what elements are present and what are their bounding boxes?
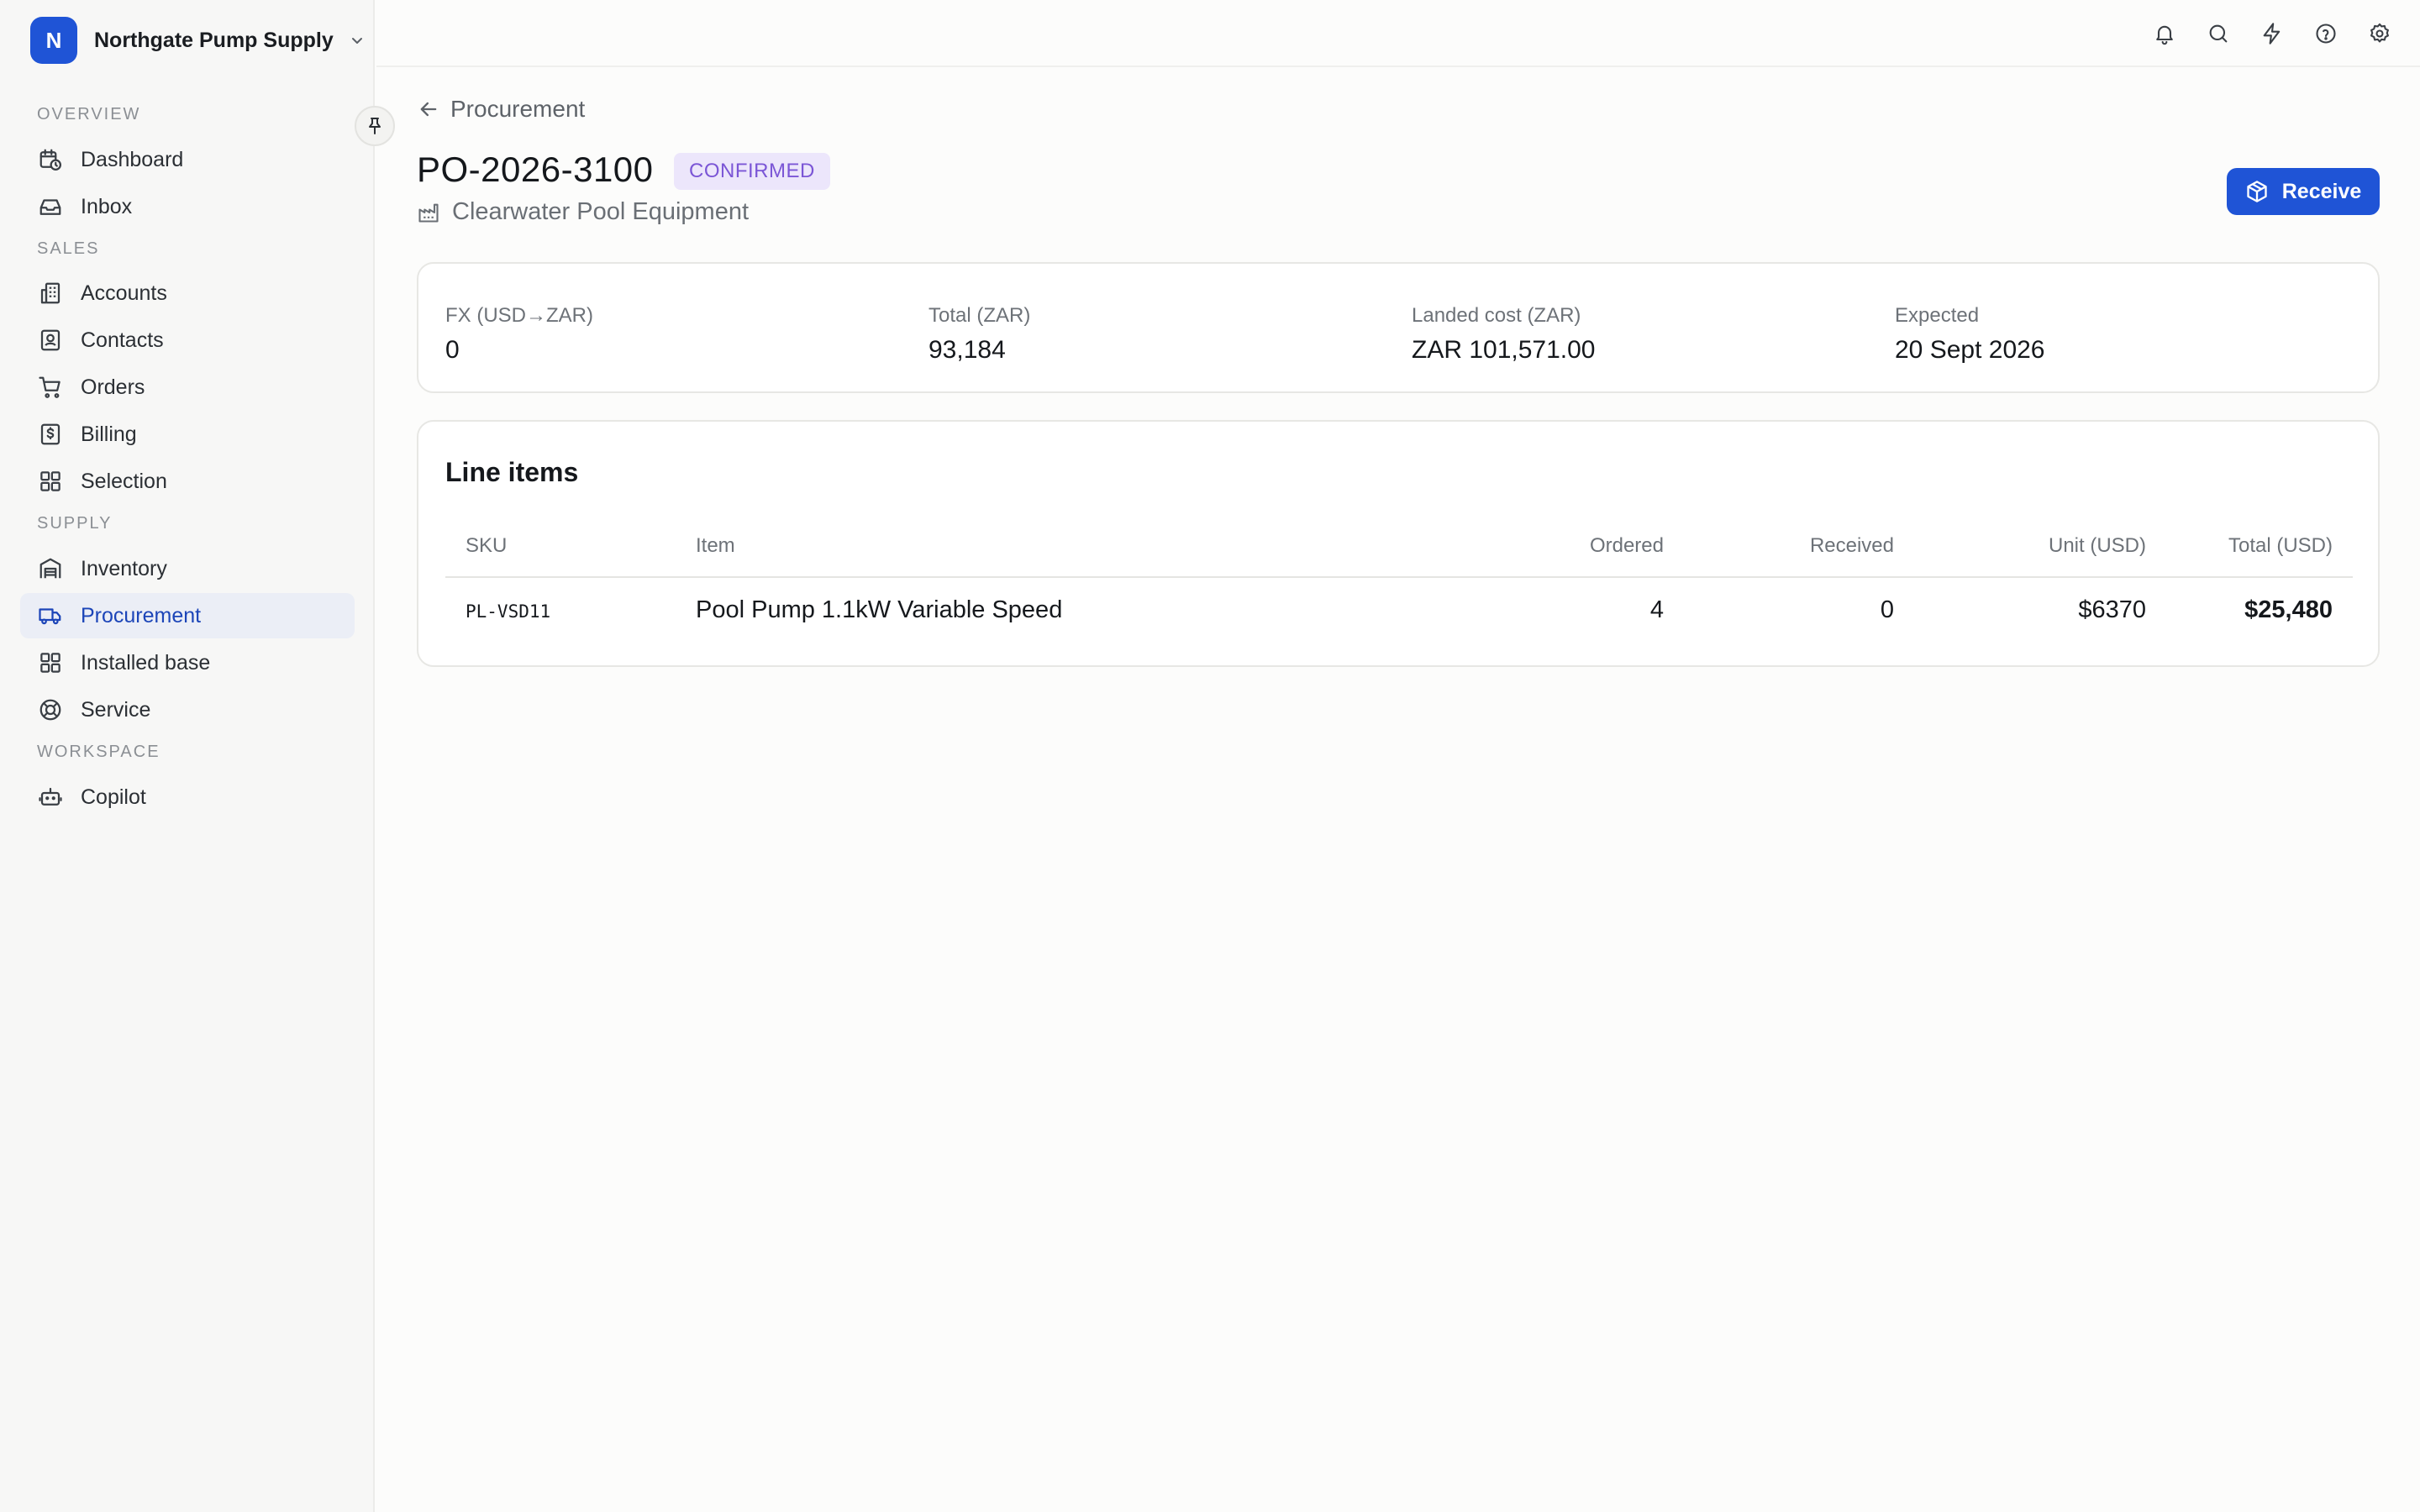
sidebar-item-copilot[interactable]: Copilot [20, 774, 355, 820]
sidebar-item-orders[interactable]: Orders [20, 365, 355, 410]
sidebar-item-label: Copilot [81, 785, 146, 809]
sidebar-item-procurement[interactable]: Procurement [20, 593, 355, 638]
sidebar-item-service[interactable]: Service [20, 687, 355, 732]
supplier-name: Clearwater Pool Equipment [452, 198, 750, 225]
sidebar-item-contacts[interactable]: Contacts [20, 318, 355, 363]
stat-label: Expected [1895, 304, 1980, 327]
sidebar-item-label: Procurement [81, 603, 202, 627]
org-name: Northgate Pump Supply [94, 28, 334, 52]
nav-section-sales: SALES [37, 239, 100, 258]
back-link-label: Procurement [450, 96, 586, 122]
robot-icon [37, 784, 64, 811]
sidebar-item-inventory[interactable]: Inventory [20, 546, 355, 591]
warehouse-icon [37, 555, 64, 582]
nav-section-workspace: WORKSPACE [37, 743, 160, 761]
column-header-total: Total (USD) [2228, 534, 2333, 557]
package-icon [2247, 181, 2267, 202]
sidebar-item-label: Billing [81, 422, 137, 446]
stat-label: FX (USD→ZAR) [445, 304, 593, 327]
sidebar-item-label: Service [81, 697, 151, 722]
stat-value: ZAR 101,571.00 [1412, 336, 1596, 364]
factory-icon [418, 203, 439, 223]
pin-icon [369, 118, 381, 134]
nav-section-overview: OVERVIEW [37, 105, 141, 123]
sidebar-item-label: Installed base [81, 650, 211, 675]
bolt-icon[interactable] [2257, 18, 2287, 49]
grid-icon [37, 468, 64, 495]
sidebar-item-label: Contacts [81, 328, 164, 352]
search-icon[interactable] [2203, 18, 2233, 49]
sidebar-item-dashboard[interactable]: Dashboard [20, 137, 355, 182]
sidebar-item-label: Inbox [81, 194, 133, 218]
pin-sidebar-button[interactable] [355, 106, 395, 146]
stat-landed-cost: Landed cost (ZAR) ZAR 101,571.00 [1412, 304, 1595, 365]
top-bar-actions [2126, 18, 2395, 49]
column-header-unit: Unit (USD) [2048, 534, 2146, 557]
summary-card: FX (USD→ZAR) 0 Total (ZAR) 93,184 Landed… [417, 262, 2380, 393]
lifebuoy-icon [37, 696, 64, 723]
cart-icon [37, 374, 64, 401]
inbox-icon [37, 193, 64, 220]
dollar-receipt-icon [37, 421, 64, 448]
sidebar: N Northgate Pump Supply OVERVIEW Dashboa… [0, 0, 395, 1512]
sidebar-item-label: Inventory [81, 556, 167, 580]
sidebar-item-label: Orders [81, 375, 145, 399]
sidebar-item-label: Selection [81, 469, 167, 493]
column-header-received: Received [1809, 534, 1894, 557]
cell-received: 0 [1880, 596, 1894, 623]
stat-fx: FX (USD→ZAR) 0 [445, 304, 593, 365]
column-header-ordered: Ordered [1589, 534, 1664, 557]
stat-total-zar: Total (ZAR) 93,184 [929, 304, 1030, 365]
supplier[interactable]: Clearwater Pool Equipment [417, 198, 749, 226]
line-items-title: Line items [445, 457, 579, 487]
column-header-item: Item [696, 534, 735, 557]
table-row[interactable]: PL-VSD11 Pool Pump 1.1kW Variable Speed … [445, 580, 2353, 643]
column-header-sku: SKU [466, 534, 508, 557]
cell-ordered: 4 [1649, 596, 1664, 623]
stat-expected: Expected 20 Sept 2026 [1895, 304, 2045, 365]
stat-value: 0 [445, 336, 460, 364]
cell-sku: PL-VSD11 [466, 601, 551, 622]
sidebar-item-billing[interactable]: Billing [20, 412, 355, 457]
page-title: PO-2026-3100 [417, 150, 654, 189]
org-switcher[interactable]: N Northgate Pump Supply [30, 17, 366, 64]
arrow-left-icon [420, 102, 437, 117]
top-bar [376, 0, 2420, 67]
status-badge: CONFIRMED [674, 153, 830, 190]
line-items-card: Line items SKU Item Ordered Received Uni… [417, 420, 2380, 667]
calendar-clock-icon [37, 146, 64, 173]
contact-card-icon [37, 327, 64, 354]
grid-icon [37, 649, 64, 676]
cell-item: Pool Pump 1.1kW Variable Speed [696, 596, 1063, 623]
nav-section-supply: SUPPLY [37, 514, 113, 533]
sidebar-item-inbox[interactable]: Inbox [20, 184, 355, 229]
org-avatar: N [30, 17, 77, 64]
receive-button-label: Receive [2281, 179, 2362, 203]
sidebar-item-label: Dashboard [81, 147, 184, 171]
table-header: SKU Item Ordered Received Unit (USD) Tot… [445, 533, 2353, 578]
back-link[interactable]: Procurement [417, 96, 585, 123]
sidebar-item-label: Accounts [81, 281, 167, 305]
help-icon[interactable] [2311, 18, 2341, 49]
building-icon [37, 280, 64, 307]
truck-icon [37, 602, 64, 629]
stat-label: Landed cost (ZAR) [1412, 304, 1581, 327]
bell-icon[interactable] [2149, 18, 2180, 49]
stat-value: 93,184 [929, 336, 1006, 364]
chevron-down-icon [351, 38, 362, 44]
stat-label: Total (ZAR) [929, 304, 1031, 327]
cell-unit: $6370 [2078, 596, 2146, 623]
sidebar-item-selection[interactable]: Selection [20, 459, 355, 504]
stat-value: 20 Sept 2026 [1895, 336, 2045, 364]
sidebar-item-accounts[interactable]: Accounts [20, 270, 355, 316]
cell-total: $25,480 [2244, 596, 2333, 623]
sidebar-item-installed-base[interactable]: Installed base [20, 640, 355, 685]
settings-icon[interactable] [2365, 18, 2395, 49]
receive-button[interactable]: Receive [2227, 168, 2380, 215]
